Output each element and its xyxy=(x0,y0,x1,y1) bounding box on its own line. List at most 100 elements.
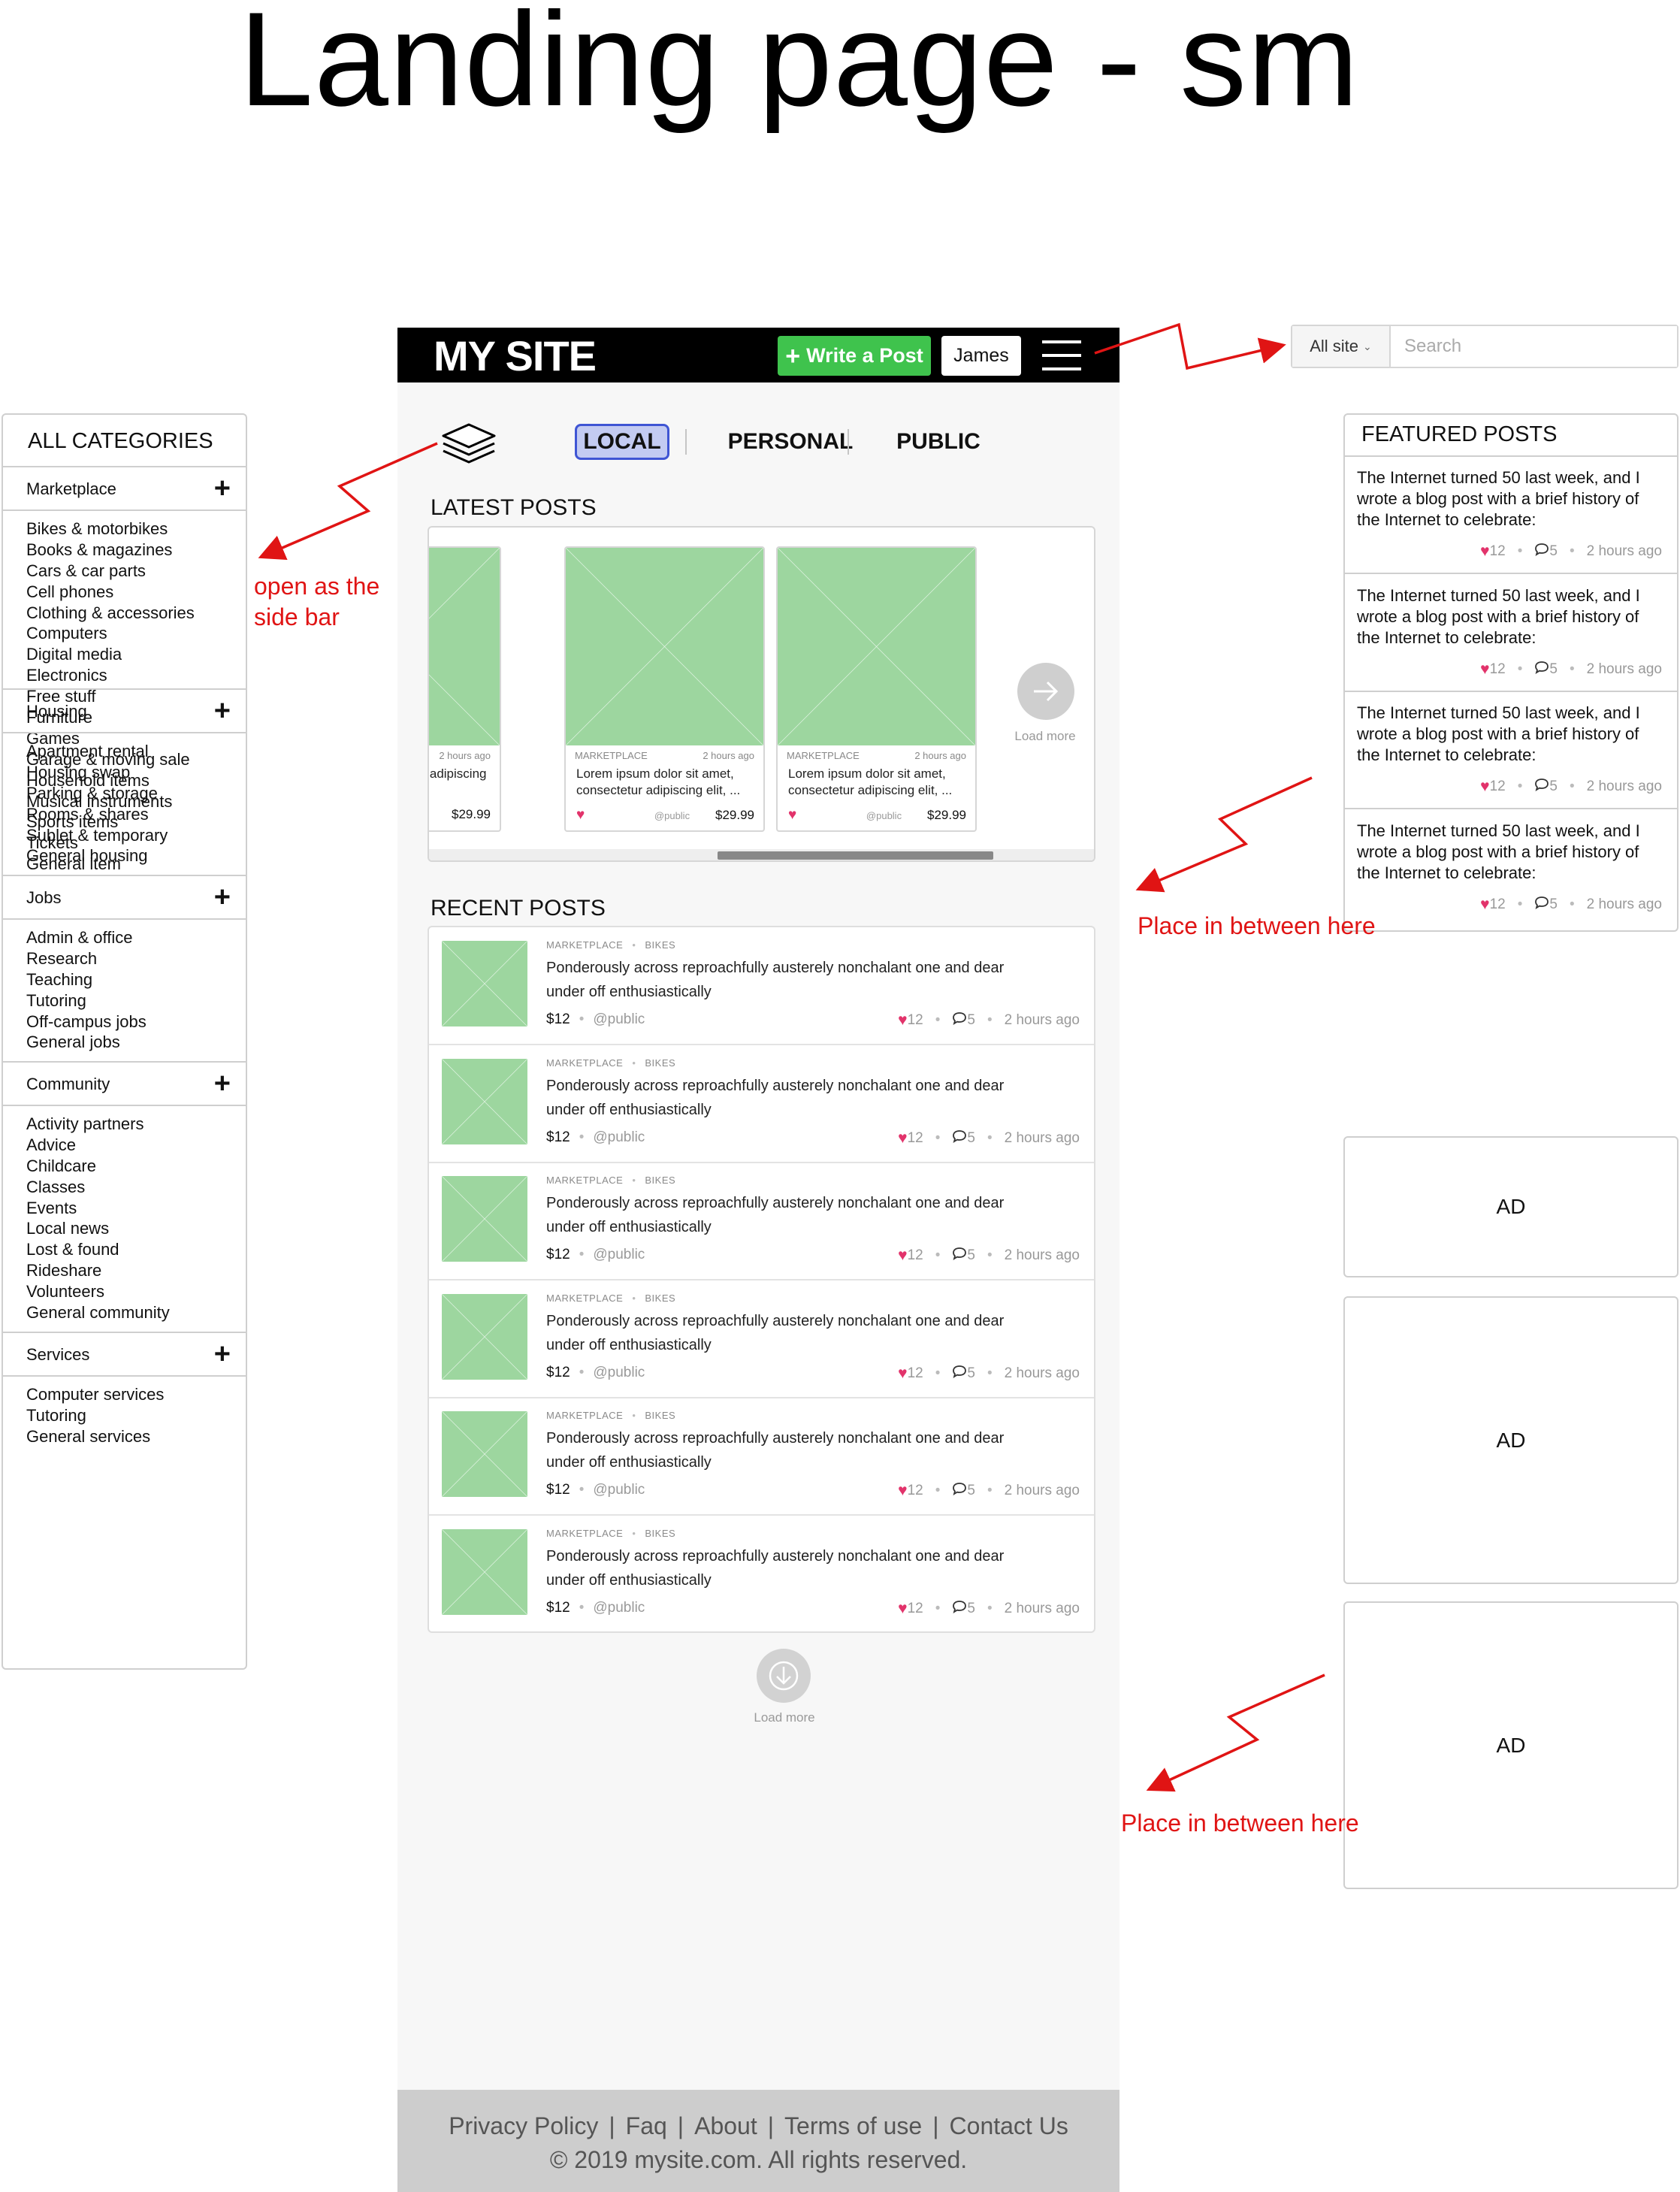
category-item[interactable]: Computer services xyxy=(26,1384,246,1405)
footer-link-3[interactable]: Terms of use xyxy=(784,2112,922,2139)
category-item[interactable]: General services xyxy=(26,1426,246,1447)
heart-icon[interactable]: ♥ xyxy=(1480,661,1489,679)
footer-link-2[interactable]: About xyxy=(694,2112,757,2139)
comment-icon[interactable] xyxy=(1534,543,1549,561)
plus-icon[interactable]: + xyxy=(214,883,231,912)
category-item[interactable]: Rooms & shares xyxy=(26,804,246,825)
comment-icon[interactable] xyxy=(952,1600,967,1618)
post-title[interactable]: Ponderously across reproachfully austere… xyxy=(546,1544,1027,1592)
post-user[interactable]: @public xyxy=(593,1600,645,1616)
category-item[interactable]: Teaching xyxy=(26,969,246,990)
latest-post-card[interactable]: CE2 hours ago rem dolor sit amet, r adipi… xyxy=(429,546,501,832)
category-item[interactable]: Tutoring xyxy=(26,990,246,1011)
arrow-right-icon[interactable] xyxy=(1017,663,1074,720)
recent-post-row[interactable]: MARKETPLACE • BIKES Ponderously across repr… xyxy=(429,1516,1094,1634)
category-item[interactable]: Apartment rental xyxy=(26,741,246,762)
plus-icon[interactable]: + xyxy=(214,1340,231,1368)
category-header-services[interactable]: Services + xyxy=(3,1333,246,1377)
heart-icon[interactable]: ♥ xyxy=(898,1365,907,1383)
ad-slot[interactable]: AD xyxy=(1343,1296,1678,1584)
recent-post-row[interactable]: MARKETPLACE • BIKES Ponderously across repr… xyxy=(429,927,1094,1045)
footer-link-4[interactable]: Contact Us xyxy=(950,2112,1068,2139)
recent-post-row[interactable]: MARKETPLACE • BIKES Ponderously across repr… xyxy=(429,1163,1094,1280)
tab-public[interactable]: PUBLIC xyxy=(890,424,987,460)
category-item[interactable]: Research xyxy=(26,948,246,969)
category-item[interactable]: Activity partners xyxy=(26,1114,246,1135)
category-item[interactable]: General housing xyxy=(26,845,246,866)
ad-slot[interactable]: AD xyxy=(1343,1136,1678,1277)
category-item[interactable]: Volunteers xyxy=(26,1281,246,1302)
featured-post[interactable]: The Internet turned 50 last week, and I … xyxy=(1345,575,1677,692)
category-item[interactable]: Digital media xyxy=(26,644,246,665)
post-title[interactable]: Ponderously across reproachfully austere… xyxy=(546,1309,1027,1357)
category-item[interactable]: Childcare xyxy=(26,1156,246,1177)
tab-local[interactable]: LOCAL xyxy=(575,424,669,460)
category-item[interactable]: Events xyxy=(26,1198,246,1219)
recent-post-row[interactable]: MARKETPLACE • BIKES Ponderously across repr… xyxy=(429,1280,1094,1398)
heart-icon[interactable]: ♥ xyxy=(898,1600,907,1618)
comment-icon[interactable] xyxy=(1534,778,1549,796)
load-more-label[interactable]: Load more xyxy=(728,1710,841,1725)
heart-icon[interactable]: ♥ xyxy=(898,1011,907,1029)
category-item[interactable]: Advice xyxy=(26,1135,246,1156)
featured-post[interactable]: The Internet turned 50 last week, and I … xyxy=(1345,810,1677,927)
post-user[interactable]: @public xyxy=(593,1365,645,1380)
category-item[interactable]: Bikes & motorbikes xyxy=(26,519,246,540)
heart-icon[interactable]: ♥ xyxy=(898,1247,907,1265)
category-item[interactable]: Electronics xyxy=(26,665,246,686)
scrollbar-thumb[interactable] xyxy=(718,851,993,860)
category-item[interactable]: Local news xyxy=(26,1218,246,1239)
category-header-community[interactable]: Community + xyxy=(3,1063,246,1106)
write-post-button[interactable]: + Write a Post xyxy=(778,336,931,376)
heart-icon[interactable]: ♥ xyxy=(576,807,629,824)
heart-icon[interactable]: ♥ xyxy=(1480,896,1489,914)
featured-post-text[interactable]: The Internet turned 50 last week, and I … xyxy=(1357,467,1665,531)
category-item[interactable]: Parking & storage xyxy=(26,783,246,804)
category-item[interactable]: Off-campus jobs xyxy=(26,1011,246,1033)
category-header-jobs[interactable]: Jobs + xyxy=(3,876,246,920)
latest-post-card[interactable]: MARKETPLACE 2 hours ago Lorem ipsum dolor … xyxy=(564,546,765,832)
category-item[interactable]: General community xyxy=(26,1302,246,1323)
search-scope-select[interactable]: All site ⌄ xyxy=(1292,326,1391,367)
plus-icon[interactable]: + xyxy=(214,697,231,725)
plus-icon[interactable]: + xyxy=(214,1069,231,1098)
comment-icon[interactable] xyxy=(952,1365,967,1383)
post-user[interactable]: @public xyxy=(593,1129,645,1145)
category-item[interactable]: Cell phones xyxy=(26,582,246,603)
comment-icon[interactable] xyxy=(1534,896,1549,914)
post-title[interactable]: Ponderously across reproachfully austere… xyxy=(546,1426,1027,1474)
post-user[interactable]: @public xyxy=(593,1011,645,1027)
featured-post-text[interactable]: The Internet turned 50 last week, and I … xyxy=(1357,821,1665,884)
category-item[interactable]: Books & magazines xyxy=(26,540,246,561)
user-button[interactable]: James xyxy=(941,336,1021,376)
category-item[interactable]: Admin & office xyxy=(26,927,246,948)
post-user[interactable]: @public xyxy=(593,1247,645,1262)
search-input[interactable] xyxy=(1391,326,1677,367)
heart-icon[interactable]: ♥ xyxy=(1480,543,1489,561)
heart-icon[interactable]: ♥ xyxy=(1480,778,1489,796)
category-item[interactable]: General jobs xyxy=(26,1032,246,1053)
comment-icon[interactable] xyxy=(1534,661,1549,679)
heart-icon[interactable]: ♥ xyxy=(898,1482,907,1500)
category-item[interactable]: Cars & car parts xyxy=(26,561,246,582)
tab-personal[interactable]: PERSONAL xyxy=(704,424,877,460)
plus-icon[interactable]: + xyxy=(214,474,231,503)
featured-post-text[interactable]: The Internet turned 50 last week, and I … xyxy=(1357,703,1665,766)
post-user[interactable]: @public xyxy=(593,1482,645,1498)
recent-post-row[interactable]: MARKETPLACE • BIKES Ponderously across repr… xyxy=(429,1045,1094,1163)
category-item[interactable]: Tutoring xyxy=(26,1405,246,1426)
recent-post-row[interactable]: MARKETPLACE • BIKES Ponderously across repr… xyxy=(429,1398,1094,1516)
heart-icon[interactable]: ♥ xyxy=(788,807,841,824)
post-title[interactable]: Ponderously across reproachfully austere… xyxy=(546,1074,1027,1122)
category-header-marketplace[interactable]: Marketplace + xyxy=(3,467,246,511)
category-item[interactable]: Classes xyxy=(26,1177,246,1198)
layers-icon[interactable] xyxy=(440,422,497,467)
arrow-down-icon[interactable] xyxy=(757,1649,811,1703)
category-item[interactable]: Lost & found xyxy=(26,1239,246,1260)
ad-slot[interactable]: AD xyxy=(1343,1601,1678,1889)
comment-icon[interactable] xyxy=(952,1011,967,1029)
comment-icon[interactable] xyxy=(952,1482,967,1500)
category-item[interactable]: Clothing & accessories xyxy=(26,603,246,624)
footer-link-1[interactable]: Faq xyxy=(626,2112,667,2139)
featured-post-text[interactable]: The Internet turned 50 last week, and I … xyxy=(1357,585,1665,649)
